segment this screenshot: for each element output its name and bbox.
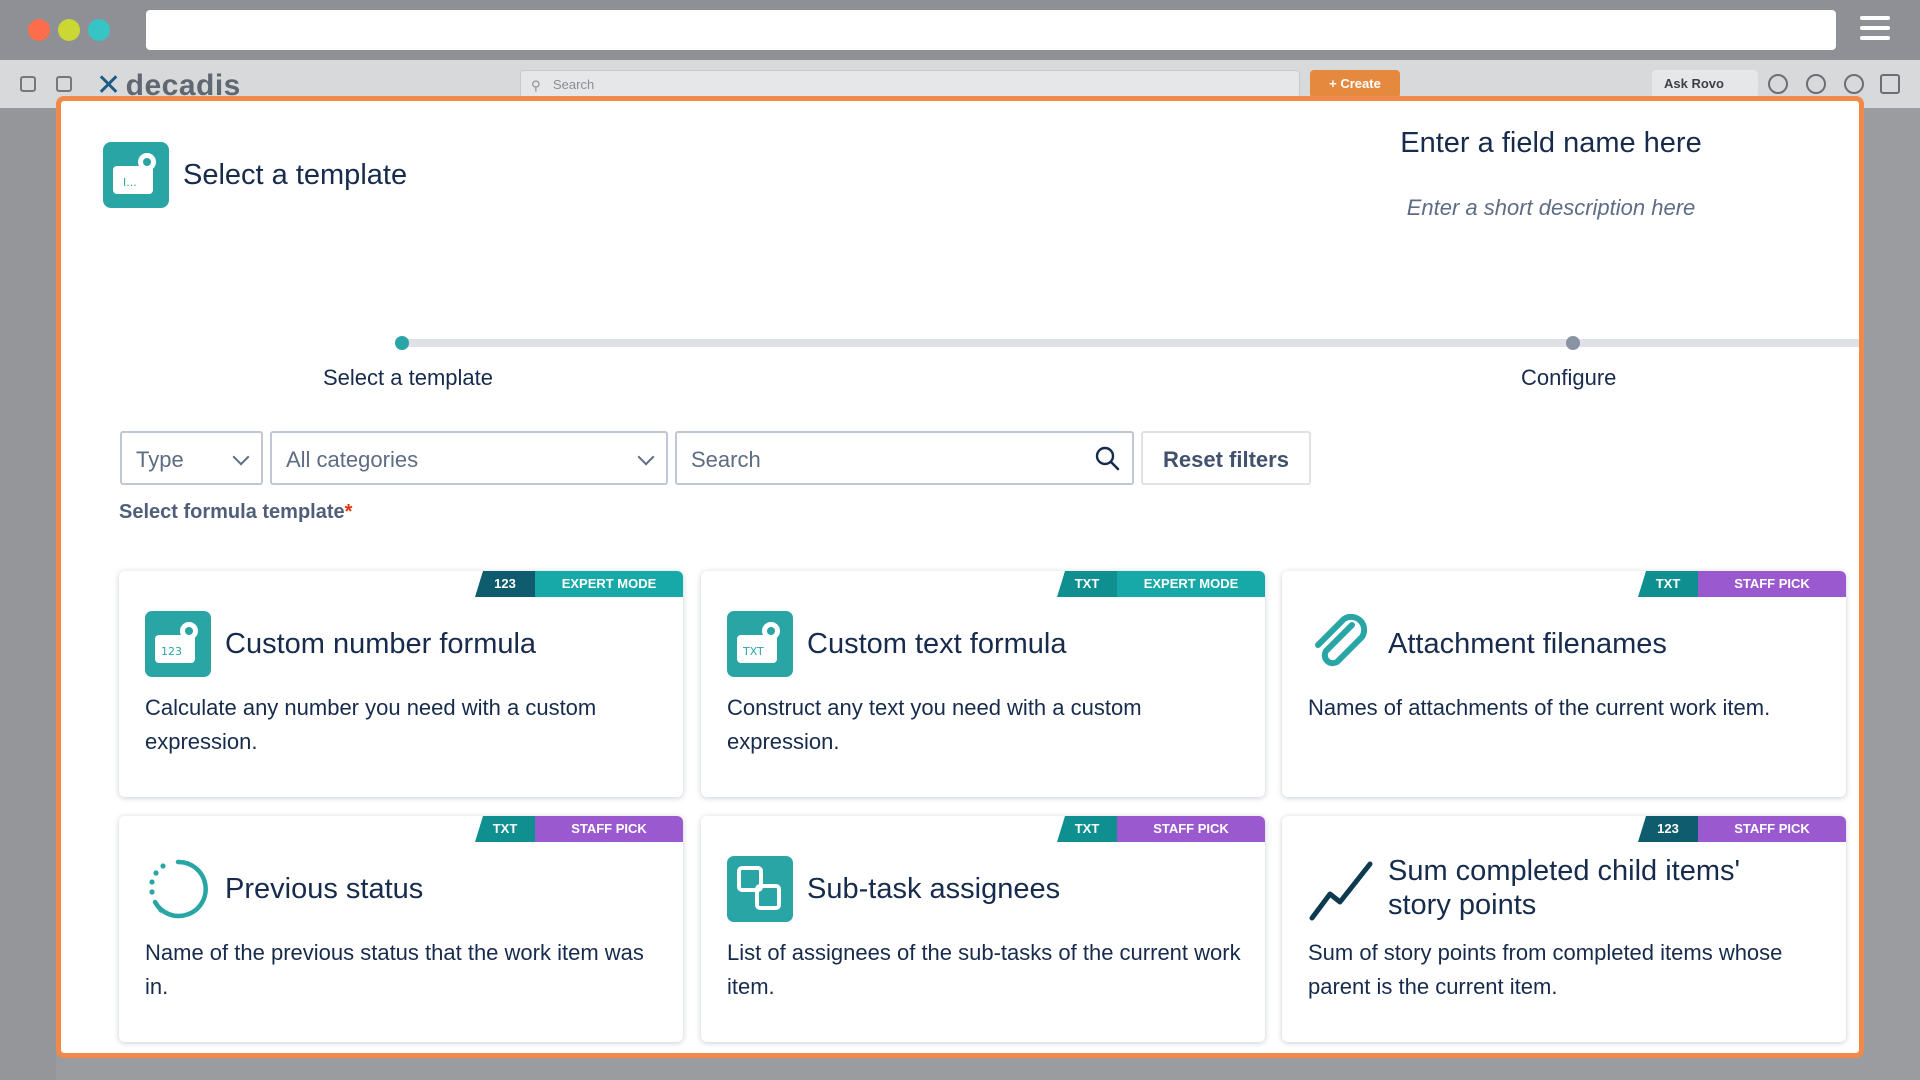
trend-line-icon	[1308, 856, 1374, 922]
subtask-icon	[727, 856, 793, 922]
mode-tag: STAFF PICK	[1698, 571, 1846, 597]
search-icon[interactable]	[1094, 445, 1120, 471]
field-description-input[interactable]: Enter a short description here	[1361, 195, 1741, 221]
reset-filters-button[interactable]: Reset filters	[1141, 431, 1311, 485]
card-description: Construct any text you need with a custo…	[727, 695, 1142, 754]
app-search-input[interactable]: ⚲ Search	[520, 70, 1300, 98]
profile-icon[interactable]	[1880, 74, 1900, 94]
card-description: Name of the previous status that the wor…	[145, 940, 644, 999]
address-bar[interactable]	[146, 10, 1836, 50]
text-cog-icon: TXT	[727, 611, 793, 677]
card-tags: TXT STAFF PICK	[475, 816, 683, 842]
stepper-track	[399, 339, 1859, 347]
card-tags: TXT EXPERT MODE	[1057, 571, 1265, 597]
dashed-circle-icon	[145, 856, 211, 922]
maximize-window-button[interactable]	[88, 19, 110, 41]
chevron-down-icon	[637, 448, 655, 466]
card-title: Custom number formula	[225, 628, 537, 660]
card-description: Calculate any number you need with a cus…	[145, 695, 597, 754]
modal-title: Select a template	[183, 159, 408, 191]
card-description: List of assignees of the sub-tasks of th…	[727, 940, 1241, 999]
mode-tag: STAFF PICK	[535, 816, 683, 842]
step-label-configure: Configure	[1521, 365, 1617, 390]
card-tags: 123 EXPERT MODE	[475, 571, 683, 597]
type-filter-select[interactable]: Type	[120, 431, 263, 485]
step-dot-configure	[1566, 336, 1580, 350]
card-description: Sum of story points from completed items…	[1308, 940, 1783, 999]
required-mark: *	[344, 501, 353, 523]
settings-icon[interactable]	[1844, 74, 1864, 94]
type-tag: 123	[475, 571, 535, 597]
paperclip-icon	[1308, 611, 1374, 677]
template-card-sub-task-assignees[interactable]: TXT STAFF PICK Sub-task assignees List o…	[701, 816, 1265, 1042]
template-search-input[interactable]: Search	[675, 431, 1134, 485]
card-title: Sum completed child items' story points	[1388, 855, 1741, 921]
ask-rovo-button[interactable]: Ask Rovo	[1652, 70, 1758, 98]
app-sidebar	[0, 108, 56, 1080]
svg-text:TXT: TXT	[742, 645, 764, 658]
create-button[interactable]: + Create	[1310, 70, 1400, 98]
card-title: Attachment filenames	[1388, 628, 1667, 660]
card-title: Sub-task assignees	[807, 873, 1061, 905]
app-switcher-icon[interactable]	[56, 76, 72, 92]
minimize-window-button[interactable]	[58, 19, 80, 41]
template-card-custom-text-formula[interactable]: TXT EXPERT MODE TXT Custom text formula …	[701, 571, 1265, 797]
step-label-select-template: Select a template	[323, 365, 493, 390]
formula-template-icon: I...	[103, 142, 169, 208]
type-tag: 123	[1638, 816, 1698, 842]
category-filter-select[interactable]: All categories	[270, 431, 668, 485]
template-card-custom-number-formula[interactable]: 123 EXPERT MODE 123 Custom number formul…	[119, 571, 683, 797]
chevron-down-icon	[232, 448, 250, 466]
mode-tag: STAFF PICK	[1117, 816, 1265, 842]
card-tags: TXT STAFF PICK	[1057, 816, 1265, 842]
type-tag: TXT	[475, 816, 535, 842]
card-title: Custom text formula	[807, 628, 1067, 660]
type-tag: TXT	[1638, 571, 1698, 597]
browser-chrome	[0, 0, 1920, 60]
mode-tag: EXPERT MODE	[535, 571, 683, 597]
card-tags: 123 STAFF PICK	[1638, 816, 1846, 842]
type-tag: TXT	[1057, 816, 1117, 842]
calculator-cog-icon: 123	[145, 611, 211, 677]
close-window-button[interactable]	[28, 19, 50, 41]
sidebar-toggle-icon[interactable]	[20, 76, 36, 92]
field-name-input[interactable]: Enter a field name here	[1361, 127, 1741, 160]
type-tag: TXT	[1057, 571, 1117, 597]
select-formula-template-label: Select formula template*	[119, 501, 353, 523]
template-card-sum-completed-story-points[interactable]: 123 STAFF PICK Sum completed child items…	[1282, 816, 1846, 1042]
search-icon: ⚲	[531, 78, 541, 93]
notifications-icon[interactable]	[1768, 74, 1788, 94]
mode-tag: STAFF PICK	[1698, 816, 1846, 842]
template-card-attachment-filenames[interactable]: TXT STAFF PICK Attachment filenames Name…	[1282, 571, 1846, 797]
card-tags: TXT STAFF PICK	[1638, 571, 1846, 597]
svg-text:I...: I...	[123, 176, 137, 189]
menu-icon[interactable]	[1860, 16, 1890, 44]
template-card-previous-status[interactable]: TXT STAFF PICK Previous status Name of t…	[119, 816, 683, 1042]
card-description: Names of attachments of the current work…	[1308, 695, 1771, 720]
help-icon[interactable]	[1806, 74, 1826, 94]
template-modal: I... Select a template Enter a field nam…	[56, 96, 1864, 1058]
step-dot-select-template	[395, 336, 409, 350]
svg-text:123: 123	[161, 645, 182, 658]
card-title: Previous status	[225, 873, 424, 905]
mode-tag: EXPERT MODE	[1117, 571, 1265, 597]
